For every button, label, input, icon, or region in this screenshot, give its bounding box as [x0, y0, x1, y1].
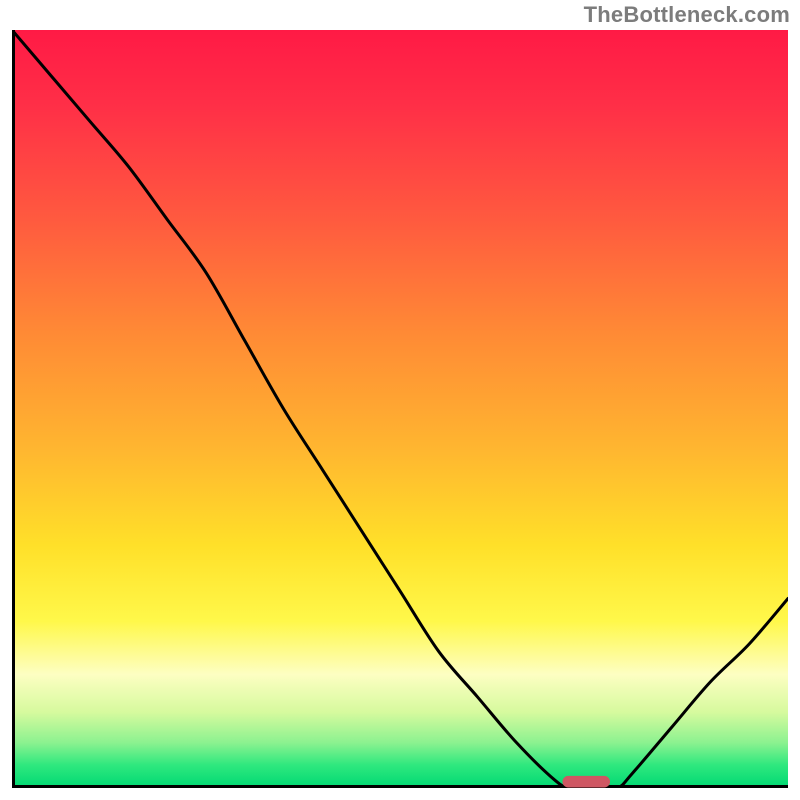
optimal-marker — [563, 776, 610, 787]
plot-area — [12, 30, 788, 788]
bottleneck-curve — [12, 30, 788, 788]
axis-border — [14, 30, 789, 787]
watermark-text: TheBottleneck.com — [584, 2, 790, 28]
chart-container: TheBottleneck.com — [0, 0, 800, 800]
plot-overlay — [12, 30, 788, 788]
